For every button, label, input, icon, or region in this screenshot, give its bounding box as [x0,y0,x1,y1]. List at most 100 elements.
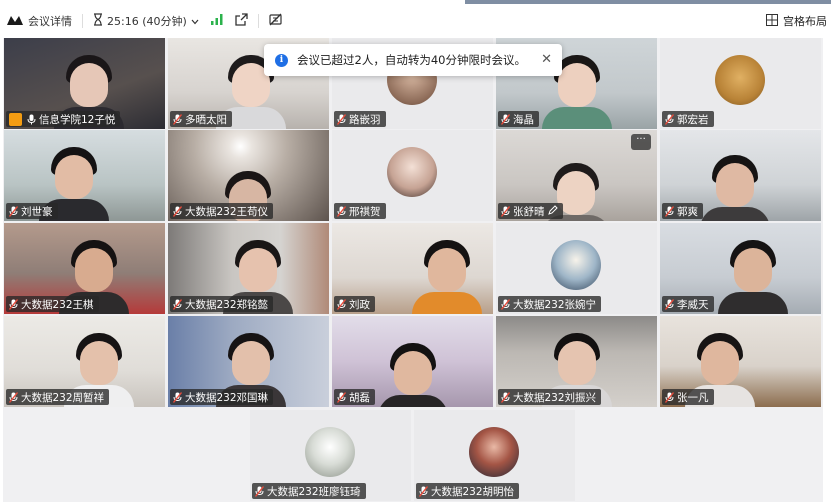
mic-muted-icon [173,298,182,310]
participant-name: 大数据232王苟仪 [185,205,269,218]
participant-nametag: 邢祺贺 [334,203,386,219]
share-button[interactable] [229,4,254,38]
participant-nametag: 郭宏岩 [662,111,714,127]
video-tile[interactable]: 大数据232王苟仪 [168,130,329,221]
mic-muted-icon [419,485,428,497]
video-tile[interactable]: 郭宏岩 [660,38,821,129]
mic-muted-icon [501,298,510,310]
meeting-toolbar: 会议详情 25:16 (40分钟) 宫格布局 [0,4,831,38]
participant-name: 胡磊 [349,391,370,404]
video-tile[interactable]: 刘世豪 [4,130,165,221]
participant-name: 李威天 [677,298,709,311]
participant-name: 邢祺贺 [349,205,381,218]
video-tile[interactable]: 大数据232邓国琳 [168,316,329,407]
share-icon [235,13,248,29]
participant-nametag: 李威天 [662,296,714,312]
video-tile[interactable]: 大数据232周暂祥 [4,316,165,407]
video-tile[interactable]: 郭爽 [660,130,821,221]
participant-name: 信息学院12子悦 [39,113,116,126]
info-icon: i [275,53,288,67]
participant-nametag: 大数据232班廖钰琦 [252,483,366,499]
participant-figure [412,240,482,314]
mic-muted-icon [9,391,18,403]
video-tile[interactable]: 大数据232班廖钰琦 [250,410,411,501]
mic-muted-icon [337,391,346,403]
mic-muted-icon [665,298,674,310]
video-grid: 信息学院12子悦 多晒太阳 路嵌羽 海晶 郭宏岩 刘世豪 大数据232王苟仪 邢… [3,38,823,502]
chevron-down-icon [191,15,199,28]
participant-nametag: 信息学院12子悦 [6,111,121,127]
mic-muted-icon [173,205,182,217]
participant-nametag: 路嵌羽 [334,111,386,127]
participant-nametag: 大数据232郑铭懿 [170,296,274,312]
video-tile[interactable]: 大数据232王棋 [4,223,165,314]
signal-icon [210,14,223,28]
participant-nametag: 大数据232胡明怡 [416,483,520,499]
meeting-info-label: 会议详情 [28,15,72,28]
meeting-info-button[interactable]: 会议详情 [0,4,78,38]
participant-name: 刘世豪 [21,205,53,218]
hourglass-icon [93,13,103,29]
participant-nametag: 郭爽 [662,203,703,219]
participant-name: 郭宏岩 [677,113,709,126]
participant-name: 大数据232张婉宁 [513,298,597,311]
toolbar-divider [82,14,83,28]
video-tile[interactable]: 刘政 [332,223,493,314]
mic-muted-icon [9,205,18,217]
mic-muted-icon [501,391,510,403]
video-tile[interactable]: 大数据232刘振兴 [496,316,657,407]
participant-nametag: 大数据232邓国琳 [170,389,274,405]
video-tile[interactable]: 大数据232张婉宁 [496,223,657,314]
participant-nametag: 大数据232周暂祥 [6,389,110,405]
participant-nametag: 胡磊 [334,389,375,405]
grid-layout-icon [766,13,778,29]
participant-name: 大数据232王棋 [21,298,94,311]
meeting-timer[interactable]: 25:16 (40分钟) [87,4,205,38]
video-tile[interactable]: 胡磊 [332,316,493,407]
mic-muted-icon [173,113,182,125]
mic-muted-icon [173,391,182,403]
participant-nametag: 海晶 [498,111,539,127]
video-tile[interactable]: 邢祺贺 [332,130,493,221]
participant-figure [718,240,788,314]
network-signal-button[interactable] [205,4,229,38]
logo-icon [6,14,24,29]
participant-name: 多晒太阳 [185,113,227,126]
video-tile[interactable]: 大数据232胡明怡 [414,410,575,501]
video-tile[interactable]: 李威天 [660,223,821,314]
participant-name: 大数据232班廖钰琦 [267,485,361,498]
mic-muted-icon [501,113,510,125]
participant-avatar [305,427,355,477]
video-tile[interactable]: 张一凡 [660,316,821,407]
participant-avatar [469,427,519,477]
mic-muted-icon [665,113,674,125]
participant-nametag: 大数据232王苟仪 [170,203,274,219]
participant-figure [700,155,770,221]
mic-muted-icon [665,391,674,403]
close-icon[interactable]: ✕ [541,52,552,67]
mic-muted-icon [501,205,510,217]
layout-switcher[interactable]: 宫格布局 [766,4,831,38]
recording-status-button[interactable] [263,4,288,38]
video-tile[interactable]: 信息学院12子悦 [4,38,165,129]
participant-name: 大数据232邓国琳 [185,391,269,404]
timer-text: 25:16 (40分钟) [107,15,187,28]
video-tile[interactable]: 大数据232郑铭懿 [168,223,329,314]
participant-nametag: 大数据232王棋 [6,296,99,312]
participant-name: 刘政 [349,298,370,311]
participant-name: 海晶 [513,113,534,126]
participant-name: 张一凡 [677,391,709,404]
mic-muted-icon [9,298,18,310]
participant-name: 张舒晴 [513,205,545,218]
participant-nametag: 张舒晴 [498,203,563,219]
participant-nametag: 刘世豪 [6,203,58,219]
participant-avatar [551,240,601,290]
participant-name: 大数据232周暂祥 [21,391,105,404]
tile-more-button[interactable]: ··· [631,134,651,150]
participant-name: 大数据232胡明怡 [431,485,515,498]
time-limit-banner: i 会议已超过2人，自动转为40分钟限时会议。 ✕ [264,44,562,76]
toolbar-divider [257,14,259,28]
mic-muted-icon [665,205,674,217]
video-tile[interactable]: ··· 张舒晴 [496,130,657,221]
participant-name: 大数据232刘振兴 [513,391,597,404]
